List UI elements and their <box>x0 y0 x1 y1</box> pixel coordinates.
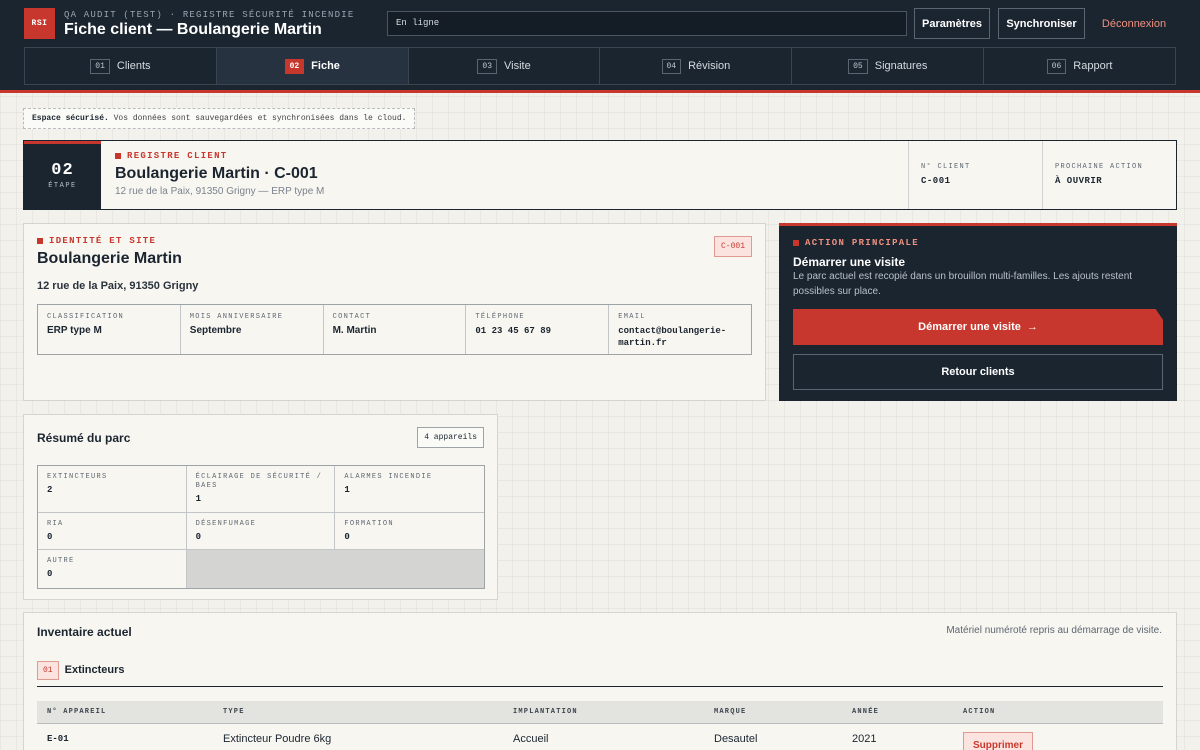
secure-space-notice: Espace sécurisé. Vos données sont sauveg… <box>23 108 416 129</box>
tab-visite[interactable]: 03 Visite <box>408 48 601 84</box>
square-bullet-icon <box>115 153 121 159</box>
inventory-note: Matériel numéroté repris au démarrage de… <box>946 625 1162 636</box>
device-id: E-01 <box>47 734 69 744</box>
summary-smoke-extraction: DÉSENFUMAGE 0 <box>186 513 336 550</box>
logout-button[interactable]: Déconnexion <box>1094 8 1174 39</box>
step-number: 04 <box>661 58 682 74</box>
banner-kicker: REGISTRE CLIENT <box>115 151 228 161</box>
action-cell: Supprimer <box>963 724 1034 750</box>
step-label: Visite <box>504 60 531 72</box>
connection-status-field[interactable]: En ligne <box>387 11 907 36</box>
identity-card: IDENTITÉ ET SITE Boulangerie Martin 12 r… <box>23 223 766 401</box>
step-number: 02 <box>284 58 305 74</box>
summary-extinguishers: EXTINCTEURS 2 <box>38 466 187 513</box>
summary-emergency-lighting: ÉCLAIRAGE DE SÉCURITÉ / BAES 1 <box>186 466 336 513</box>
device-type: Extincteur Poudre 6kg <box>223 733 332 745</box>
device-brand: Desautel <box>714 733 758 745</box>
identity-fields: CLASSIFICATION ERP type M MOIS ANNIVERSA… <box>37 304 752 355</box>
field-contact: CONTACT M. Martin <box>324 305 467 354</box>
step-navigation: 01 Clients 02 Fiche 03 Visite 04 Révisio… <box>24 47 1176 85</box>
field-classification: CLASSIFICATION ERP type M <box>38 305 181 354</box>
back-to-clients-button[interactable]: Retour clients <box>793 354 1163 390</box>
tab-fiche[interactable]: 02 Fiche <box>216 48 409 84</box>
step-label: Signatures <box>874 60 928 72</box>
step-number: 05 <box>848 58 868 74</box>
action-title: Démarrer une visite <box>793 255 906 269</box>
family-label: Extincteurs <box>64 664 125 676</box>
page-title: Fiche client — Boulangerie Martin <box>64 21 322 38</box>
column-header: ACTION <box>963 708 996 716</box>
step-number: 06 <box>1046 58 1067 74</box>
current-step-indicator: 02 ÉTAPE <box>24 141 101 209</box>
column-header: ANNÉE <box>852 708 880 716</box>
field-phone: TÉLÉPHONE 01 23 45 67 89 <box>466 305 610 354</box>
summary-grid: EXTINCTEURS 2 ÉCLAIRAGE DE SÉCURITÉ / BA… <box>37 465 485 589</box>
banner-title: Boulangerie Martin · C-001 <box>115 165 318 182</box>
notice-bold: Espace sécurisé. <box>32 114 109 123</box>
arrow-right-icon: → <box>1026 321 1038 333</box>
action-description: Le parc actuel est recopié dans un broui… <box>793 271 1133 297</box>
delete-button[interactable]: Supprimer <box>963 732 1034 750</box>
current-step-number: 02 <box>51 161 74 180</box>
table-row: E-01 Extincteur Poudre 6kg Accueil Desau… <box>37 724 1163 750</box>
primary-action-card: ACTION PRINCIPALE Démarrer une visite Le… <box>779 223 1177 401</box>
app-subtitle: QA AUDIT (TEST) · REGISTRE SÉCURITÉ INCE… <box>64 10 355 20</box>
step-label: Fiche <box>311 60 340 72</box>
client-address: 12 rue de la Paix, 91350 Grigny <box>37 280 199 292</box>
family-number: 01 <box>37 661 59 680</box>
inventory-title: Inventaire actuel <box>37 625 132 639</box>
column-header: IMPLANTATION <box>513 708 578 716</box>
device-location: Accueil <box>513 733 549 745</box>
meta-value: C-001 <box>921 176 951 186</box>
tab-signatures[interactable]: 05 Signatures <box>792 48 985 84</box>
sync-button[interactable]: Synchroniser <box>998 8 1085 39</box>
summary-ria: RIA 0 <box>38 513 187 550</box>
step-label: Rapport <box>1073 60 1113 72</box>
summary-empty-cell <box>186 550 484 588</box>
inventory-card: Inventaire actuel Matériel numéroté repr… <box>23 612 1177 750</box>
field-anniversary-month: MOIS ANNIVERSAIRE Septembre <box>181 305 324 354</box>
next-action-meta: PROCHAINE ACTION À OUVRIR <box>1042 141 1176 209</box>
app-header: RSI QA AUDIT (TEST) · REGISTRE SÉCURITÉ … <box>0 0 1200 93</box>
start-visit-label: Démarrer une visite <box>918 321 1021 333</box>
summary-other: AUTRE 0 <box>38 550 187 588</box>
inventory-table-header: N° APPAREIL TYPE IMPLANTATION MARQUE ANN… <box>37 701 1163 724</box>
device-count-badge: 4 appareils <box>417 427 484 448</box>
field-email: EMAIL contact@boulangerie-martin.fr <box>618 313 727 348</box>
column-header: N° APPAREIL <box>47 708 107 716</box>
device-year: 2021 <box>852 733 877 745</box>
app-logo: RSI <box>24 8 55 39</box>
step-label: Révision <box>688 60 731 72</box>
summary-title: Résumé du parc <box>37 431 131 445</box>
park-summary-card: Résumé du parc 4 appareils EXTINCTEURS 2… <box>23 414 498 600</box>
step-number: 01 <box>90 58 110 74</box>
column-header: TYPE <box>223 708 245 716</box>
current-step-label: ÉTAPE <box>48 182 77 190</box>
step-number: 03 <box>477 58 498 74</box>
meta-value: À OUVRIR <box>1055 176 1103 186</box>
step-label: Clients <box>116 60 151 72</box>
summary-training: FORMATION 0 <box>335 513 484 550</box>
action-kicker: ACTION PRINCIPALE <box>793 238 919 248</box>
family-header-extinguishers: 01 Extincteurs <box>37 661 1163 687</box>
notice-text: Vos données sont sauvegardées et synchro… <box>108 114 407 123</box>
summary-fire-alarms: ALARMES INCENDIE 1 <box>335 466 484 513</box>
tab-rapport[interactable]: 06 Rapport <box>984 48 1175 84</box>
meta-label: PROCHAINE ACTION <box>1055 163 1144 171</box>
square-bullet-icon <box>37 238 43 244</box>
client-id-badge: C-001 <box>713 236 752 257</box>
column-header: MARQUE <box>714 708 747 716</box>
identity-kicker: IDENTITÉ ET SITE <box>37 236 156 246</box>
tab-clients[interactable]: 01 Clients <box>25 48 217 84</box>
client-banner: 02 ÉTAPE REGISTRE CLIENT Boulangerie Mar… <box>23 140 1177 210</box>
square-bullet-icon <box>793 240 799 246</box>
tab-revision[interactable]: 04 Révision <box>600 48 793 84</box>
start-visit-button[interactable]: Démarrer une visite → <box>793 309 1163 345</box>
settings-button[interactable]: Paramètres <box>914 8 990 39</box>
banner-subtitle: 12 rue de la Paix, 91350 Grigny — ERP ty… <box>115 186 325 197</box>
meta-label: N° CLIENT <box>921 163 971 171</box>
client-name: Boulangerie Martin <box>37 250 182 267</box>
client-number-meta: N° CLIENT C-001 <box>908 141 1042 209</box>
